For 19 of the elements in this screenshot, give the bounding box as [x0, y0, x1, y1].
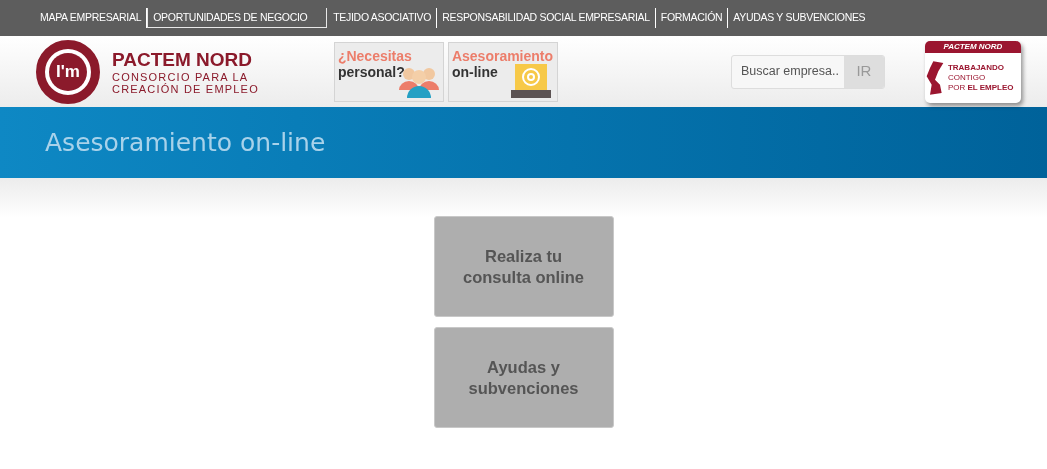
- nav-link[interactable]: FORMACIÓN: [655, 8, 729, 28]
- nav-link[interactable]: MAPA EMPRESARIAL: [35, 8, 148, 28]
- nav-link[interactable]: AYUDAS Y SUBVENCIONES: [728, 8, 871, 28]
- nav-link[interactable]: RESPONSABILIDAD SOCIAL EMPRESARIAL: [437, 8, 656, 28]
- brand-tagline: CREACIÓN DE EMPLEO: [112, 82, 259, 95]
- brand-tagline: CONSORCIO PARA LA: [112, 70, 250, 83]
- brand-name: PACTEM NORD: [112, 48, 254, 71]
- badge-slogan: TRABAJANDO CONTIGO POR EL EMPLEO: [946, 62, 1014, 93]
- nav-link[interactable]: OPORTUNIDADES DE NEGOCIO: [147, 7, 328, 29]
- nav-link[interactable]: TEJIDO ASOCIATIVO: [328, 8, 438, 28]
- laptop-email-icon: [510, 63, 551, 98]
- search-input[interactable]: Buscar empresa..: [731, 55, 844, 88]
- promo-link[interactable]: ¿Necesitas personal?: [333, 41, 444, 102]
- logo-mark: I'm: [36, 39, 100, 104]
- badge-title: PACTEM NORD: [924, 40, 1021, 53]
- page-title: Asesoramiento on-line: [45, 126, 326, 159]
- promo-link[interactable]: Asesoramiento on-line: [447, 41, 558, 102]
- option-tile[interactable]: Ayudas y subvenciones: [433, 327, 614, 428]
- option-tile[interactable]: Realiza tu consulta online: [433, 216, 614, 317]
